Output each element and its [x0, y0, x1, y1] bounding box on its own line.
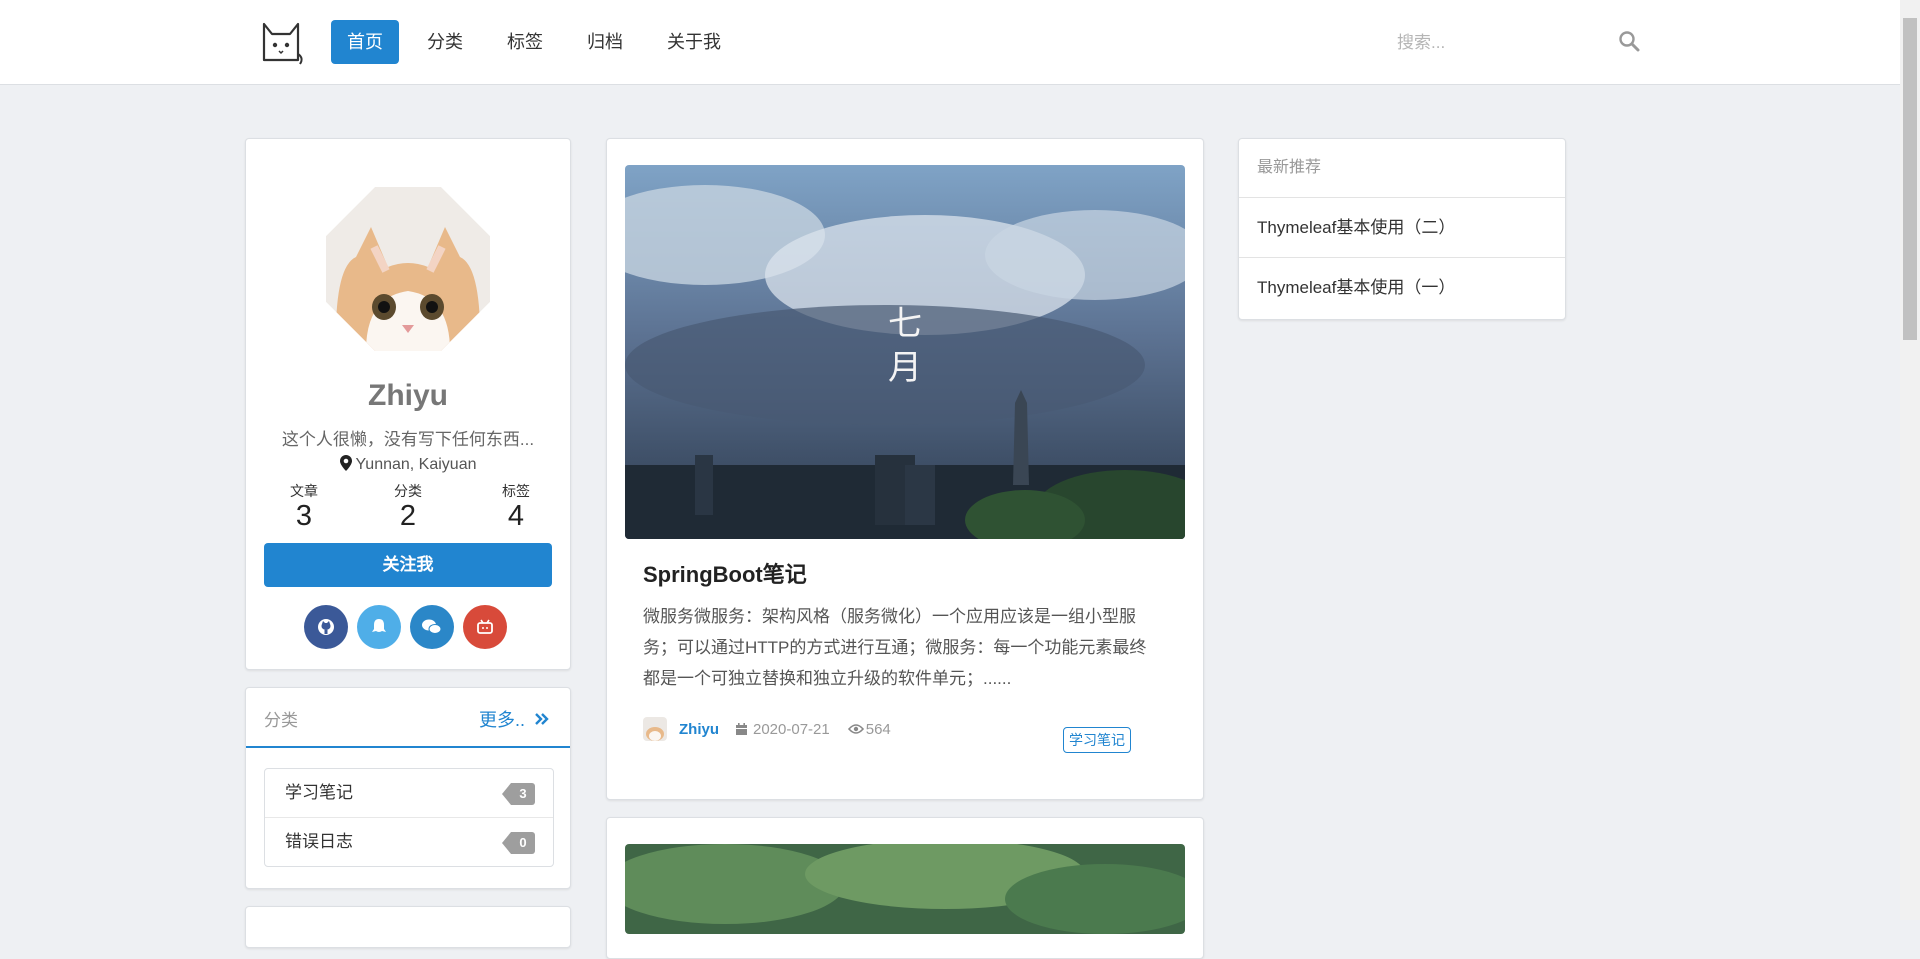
- search-icon[interactable]: [1618, 30, 1640, 52]
- follow-button[interactable]: 关注我: [264, 543, 552, 587]
- wechat-icon: [422, 619, 442, 634]
- github-button[interactable]: [304, 605, 348, 649]
- scrollbar[interactable]: [1900, 0, 1920, 920]
- bilibili-button[interactable]: [463, 605, 507, 649]
- more-label: 更多..: [478, 710, 525, 730]
- post-card: 七 月 SpringBoot笔记 微服务微服务：架构风格（服务微化）一个应用应该…: [606, 138, 1204, 800]
- post-tag[interactable]: 学习笔记: [1063, 727, 1131, 753]
- category-card-title: 分类: [264, 711, 298, 730]
- nav-archive[interactable]: 归档: [571, 20, 639, 64]
- map-marker-icon: [339, 455, 352, 471]
- wechat-button[interactable]: [410, 605, 454, 649]
- recommend-item[interactable]: Thymeleaf基本使用（二）: [1239, 198, 1565, 257]
- post-title[interactable]: SpringBoot笔记: [643, 557, 807, 589]
- nav-tags[interactable]: 标签: [491, 20, 559, 64]
- nav-about[interactable]: 关于我: [651, 20, 737, 64]
- stat-label: 标签: [502, 483, 530, 499]
- category-count-badge: 3: [502, 783, 535, 805]
- stat-value: 3: [295, 500, 313, 532]
- svg-text:月: 月: [888, 348, 922, 388]
- partial-card: [245, 906, 571, 948]
- avatar: [326, 187, 490, 351]
- profile-location: Yunnan, Kaiyuan: [246, 455, 570, 474]
- category-label: 学习笔记: [285, 783, 353, 802]
- post-cover-image[interactable]: 七 月: [625, 165, 1185, 539]
- category-item-error-log[interactable]: 错误日志 0: [265, 817, 553, 866]
- category-card: 分类 更多.. 学习笔记 3 错误日志 0: [245, 687, 571, 889]
- recommend-title: 最新推荐: [1239, 139, 1565, 198]
- top-navbar: 首页 分类 标签 归档 关于我: [0, 0, 1900, 85]
- post-views: 564: [865, 720, 891, 738]
- category-count-badge: 0: [502, 832, 535, 854]
- stat-label: 分类: [394, 483, 422, 499]
- profile-bio: 这个人很懒，没有写下任何东西...: [281, 430, 535, 449]
- stat-label: 文章: [290, 483, 318, 499]
- qq-button[interactable]: [357, 605, 401, 649]
- scrollbar-thumb[interactable]: [1903, 18, 1917, 340]
- post-date: 2020-07-21: [753, 720, 830, 738]
- bilibili-icon: [477, 619, 493, 634]
- category-divider: [246, 746, 570, 748]
- stat-articles[interactable]: 文章 3: [264, 481, 344, 531]
- svg-text:七: 七: [888, 304, 922, 344]
- calendar-icon: [736, 722, 747, 735]
- post-cover-image-next[interactable]: [625, 844, 1185, 934]
- double-chevron-right-icon: [535, 713, 549, 725]
- post-author[interactable]: Zhiyu: [679, 721, 719, 738]
- stat-value: 4: [507, 500, 525, 532]
- author-avatar[interactable]: [643, 717, 667, 741]
- stat-tags[interactable]: 标签 4: [476, 481, 556, 531]
- post-meta: Zhiyu 2020-07-21 564: [643, 717, 891, 741]
- recommend-item[interactable]: Thymeleaf基本使用（一）: [1239, 257, 1565, 317]
- recommend-card: 最新推荐 Thymeleaf基本使用（二） Thymeleaf基本使用（一）: [1238, 138, 1566, 320]
- nav-home[interactable]: 首页: [331, 20, 399, 64]
- cat-logo-icon[interactable]: [258, 18, 304, 66]
- location-text: Yunnan, Kaiyuan: [355, 456, 477, 473]
- category-item-study-notes[interactable]: 学习笔记 3: [265, 769, 553, 817]
- stat-value: 2: [399, 500, 417, 532]
- nav-categories[interactable]: 分类: [411, 20, 479, 64]
- category-more-link[interactable]: 更多..: [479, 706, 550, 732]
- post-card-next: [606, 817, 1204, 959]
- search-input[interactable]: [1395, 22, 1619, 64]
- eye-icon: [847, 724, 864, 734]
- stat-categories[interactable]: 分类 2: [368, 481, 448, 531]
- category-label: 错误日志: [285, 832, 353, 851]
- qq-icon: [372, 619, 386, 632]
- post-excerpt: 微服务微服务：架构风格（服务微化）一个应用应该是一组小型服务；可以通过HTTP的…: [643, 607, 1147, 688]
- profile-card: Zhiyu 这个人很懒，没有写下任何东西... Yunnan, Kaiyuan …: [245, 138, 571, 670]
- profile-name: Zhiyu: [368, 379, 448, 412]
- github-icon: [318, 619, 334, 635]
- category-list: 学习笔记 3 错误日志 0: [264, 768, 554, 867]
